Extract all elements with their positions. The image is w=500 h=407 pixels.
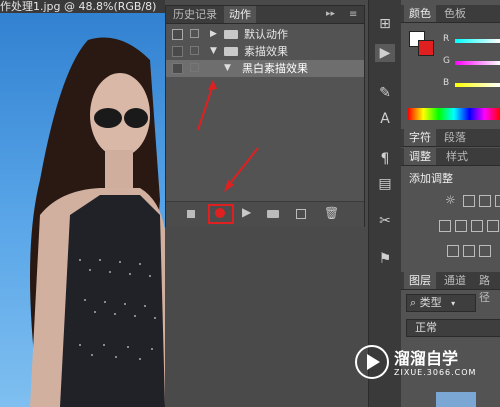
tab-swatches[interactable]: 色板	[439, 5, 471, 22]
blue-slider[interactable]	[455, 83, 500, 87]
annotation-arrow-up	[197, 84, 214, 131]
channel-label-g: G	[443, 56, 450, 66]
layer-filter-select[interactable]: ⌕ 类型 ▾	[406, 294, 476, 312]
add-adjustment-title: 添加调整	[409, 172, 453, 185]
background-swatch[interactable]	[418, 40, 434, 56]
tools-icon[interactable]: ✂	[375, 212, 395, 230]
posterize-icon[interactable]	[463, 245, 475, 257]
brightness-icon[interactable]: ☼	[445, 193, 456, 207]
photo-filter-icon[interactable]	[487, 220, 499, 232]
tab-channels[interactable]: 通道	[439, 272, 471, 289]
tab-paragraph[interactable]: 段落	[439, 129, 471, 146]
adjustments-panel-tabs: 调整 样式	[401, 148, 500, 166]
black-white-icon[interactable]	[471, 220, 483, 232]
tab-paths[interactable]: 路径	[474, 272, 500, 304]
watermark-title: 溜溜自学	[394, 349, 459, 368]
curves-icon[interactable]	[479, 195, 491, 207]
watermark-url: ZIXUE.3066.COM	[394, 368, 477, 377]
color-panel-tabs: 颜色 色板	[401, 5, 500, 23]
paragraph-icon[interactable]: ¶	[375, 150, 395, 168]
green-slider[interactable]	[455, 61, 500, 65]
character-panel-tabs: 字符 段落	[401, 129, 500, 147]
brush-icon[interactable]: ✎	[375, 84, 395, 102]
color-balance-icon[interactable]	[455, 220, 467, 232]
tab-color[interactable]: 颜色	[404, 5, 436, 22]
levels-icon[interactable]	[463, 195, 475, 207]
search-icon: ⌕	[410, 296, 417, 309]
layers-panel-tabs: 图层 通道 路径	[401, 272, 500, 304]
layer-filter-kind: 类型	[419, 296, 442, 309]
clone-source-icon[interactable]: ⚑	[375, 250, 395, 268]
arrow-head	[208, 80, 217, 90]
blend-mode-value: 正常	[415, 321, 437, 334]
exposure-icon[interactable]	[495, 195, 500, 207]
blend-mode-select[interactable]: 正常	[406, 319, 500, 337]
threshold-icon[interactable]	[479, 245, 491, 257]
notes-icon[interactable]: ▤	[375, 175, 395, 193]
red-slider[interactable]	[455, 39, 500, 43]
invert-icon[interactable]	[447, 245, 459, 257]
layer-thumbnail[interactable]	[436, 392, 476, 407]
history-icon[interactable]: ⊞	[375, 15, 395, 33]
chevron-down-icon: ▾	[451, 299, 456, 308]
watermark-logo: 溜溜自学 ZIXUE.3066.COM	[352, 342, 475, 384]
actions-icon[interactable]: ▶	[375, 44, 395, 62]
color-spectrum-bar[interactable]	[408, 108, 500, 120]
tab-adjustments[interactable]: 调整	[404, 148, 436, 165]
hue-saturation-icon[interactable]	[439, 220, 451, 232]
tab-styles[interactable]: 样式	[441, 148, 473, 165]
tab-character[interactable]: 字符	[404, 129, 436, 146]
channel-label-b: B	[443, 78, 450, 88]
play-icon	[367, 354, 380, 370]
channel-label-r: R	[443, 34, 450, 44]
annotation-arrow-down	[227, 147, 259, 187]
tab-layers[interactable]: 图层	[404, 272, 436, 289]
character-icon[interactable]: A	[375, 110, 395, 128]
